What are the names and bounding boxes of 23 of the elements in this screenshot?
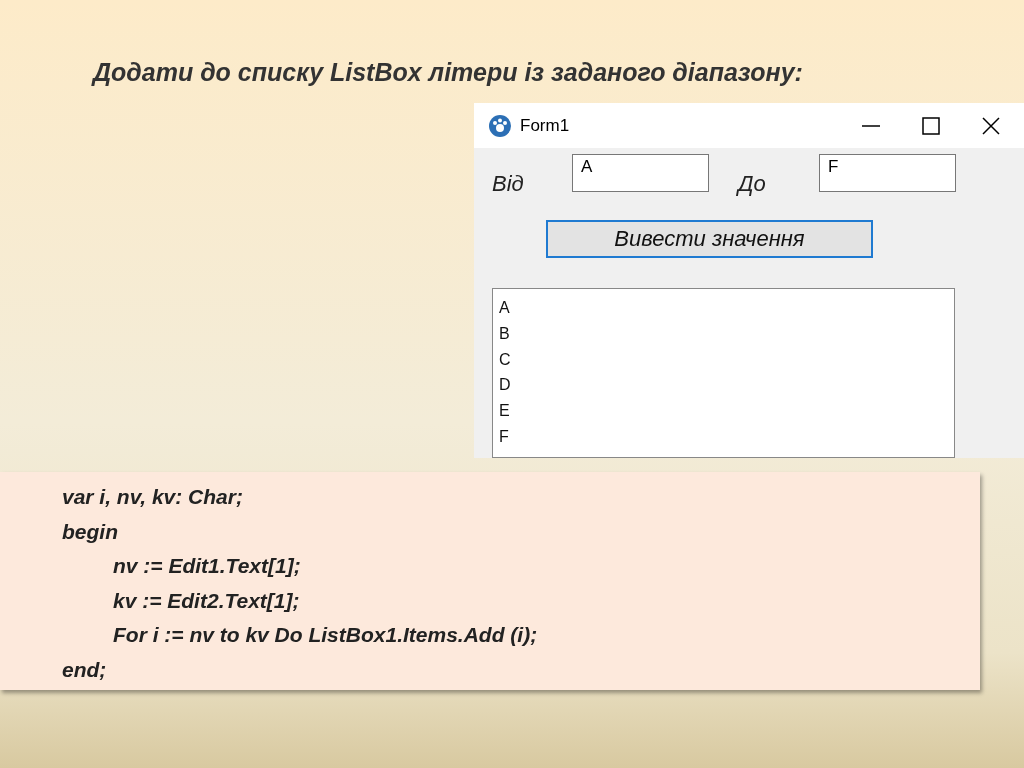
maximize-icon[interactable]	[922, 116, 940, 135]
code-line: end;	[62, 656, 108, 683]
paw-icon	[488, 113, 512, 138]
list-item[interactable]: B	[499, 320, 948, 347]
code-line: begin	[62, 518, 119, 545]
field-label: До	[738, 171, 767, 197]
list-item[interactable]: C	[499, 346, 948, 373]
code-line: var i, nv, kv: Char;	[62, 484, 244, 510]
text-field[interactable]: A	[572, 154, 709, 192]
close-icon[interactable]	[982, 116, 1000, 135]
list-item[interactable]: E	[499, 398, 948, 424]
code-line: nv := Edit1.Text[1];	[113, 553, 302, 579]
text-field[interactable]: F	[819, 154, 956, 192]
slide-title: Додати до списку ListBox літери із заданого діапазону:	[93, 58, 804, 88]
field-label: Від	[492, 171, 525, 197]
list-item[interactable]: D	[499, 372, 948, 399]
code-line: For i := nv to kv Do ListBox1.Items.Add (i);	[113, 622, 539, 648]
list-item[interactable]: A	[499, 295, 948, 321]
list-box[interactable]: A B C D E F	[492, 288, 955, 458]
window-title: Form1	[520, 115, 571, 136]
output-button[interactable]: Вивести значення	[546, 220, 873, 258]
code-line: kv := Edit2.Text[1];	[113, 587, 301, 614]
list-item[interactable]: F	[499, 424, 948, 450]
